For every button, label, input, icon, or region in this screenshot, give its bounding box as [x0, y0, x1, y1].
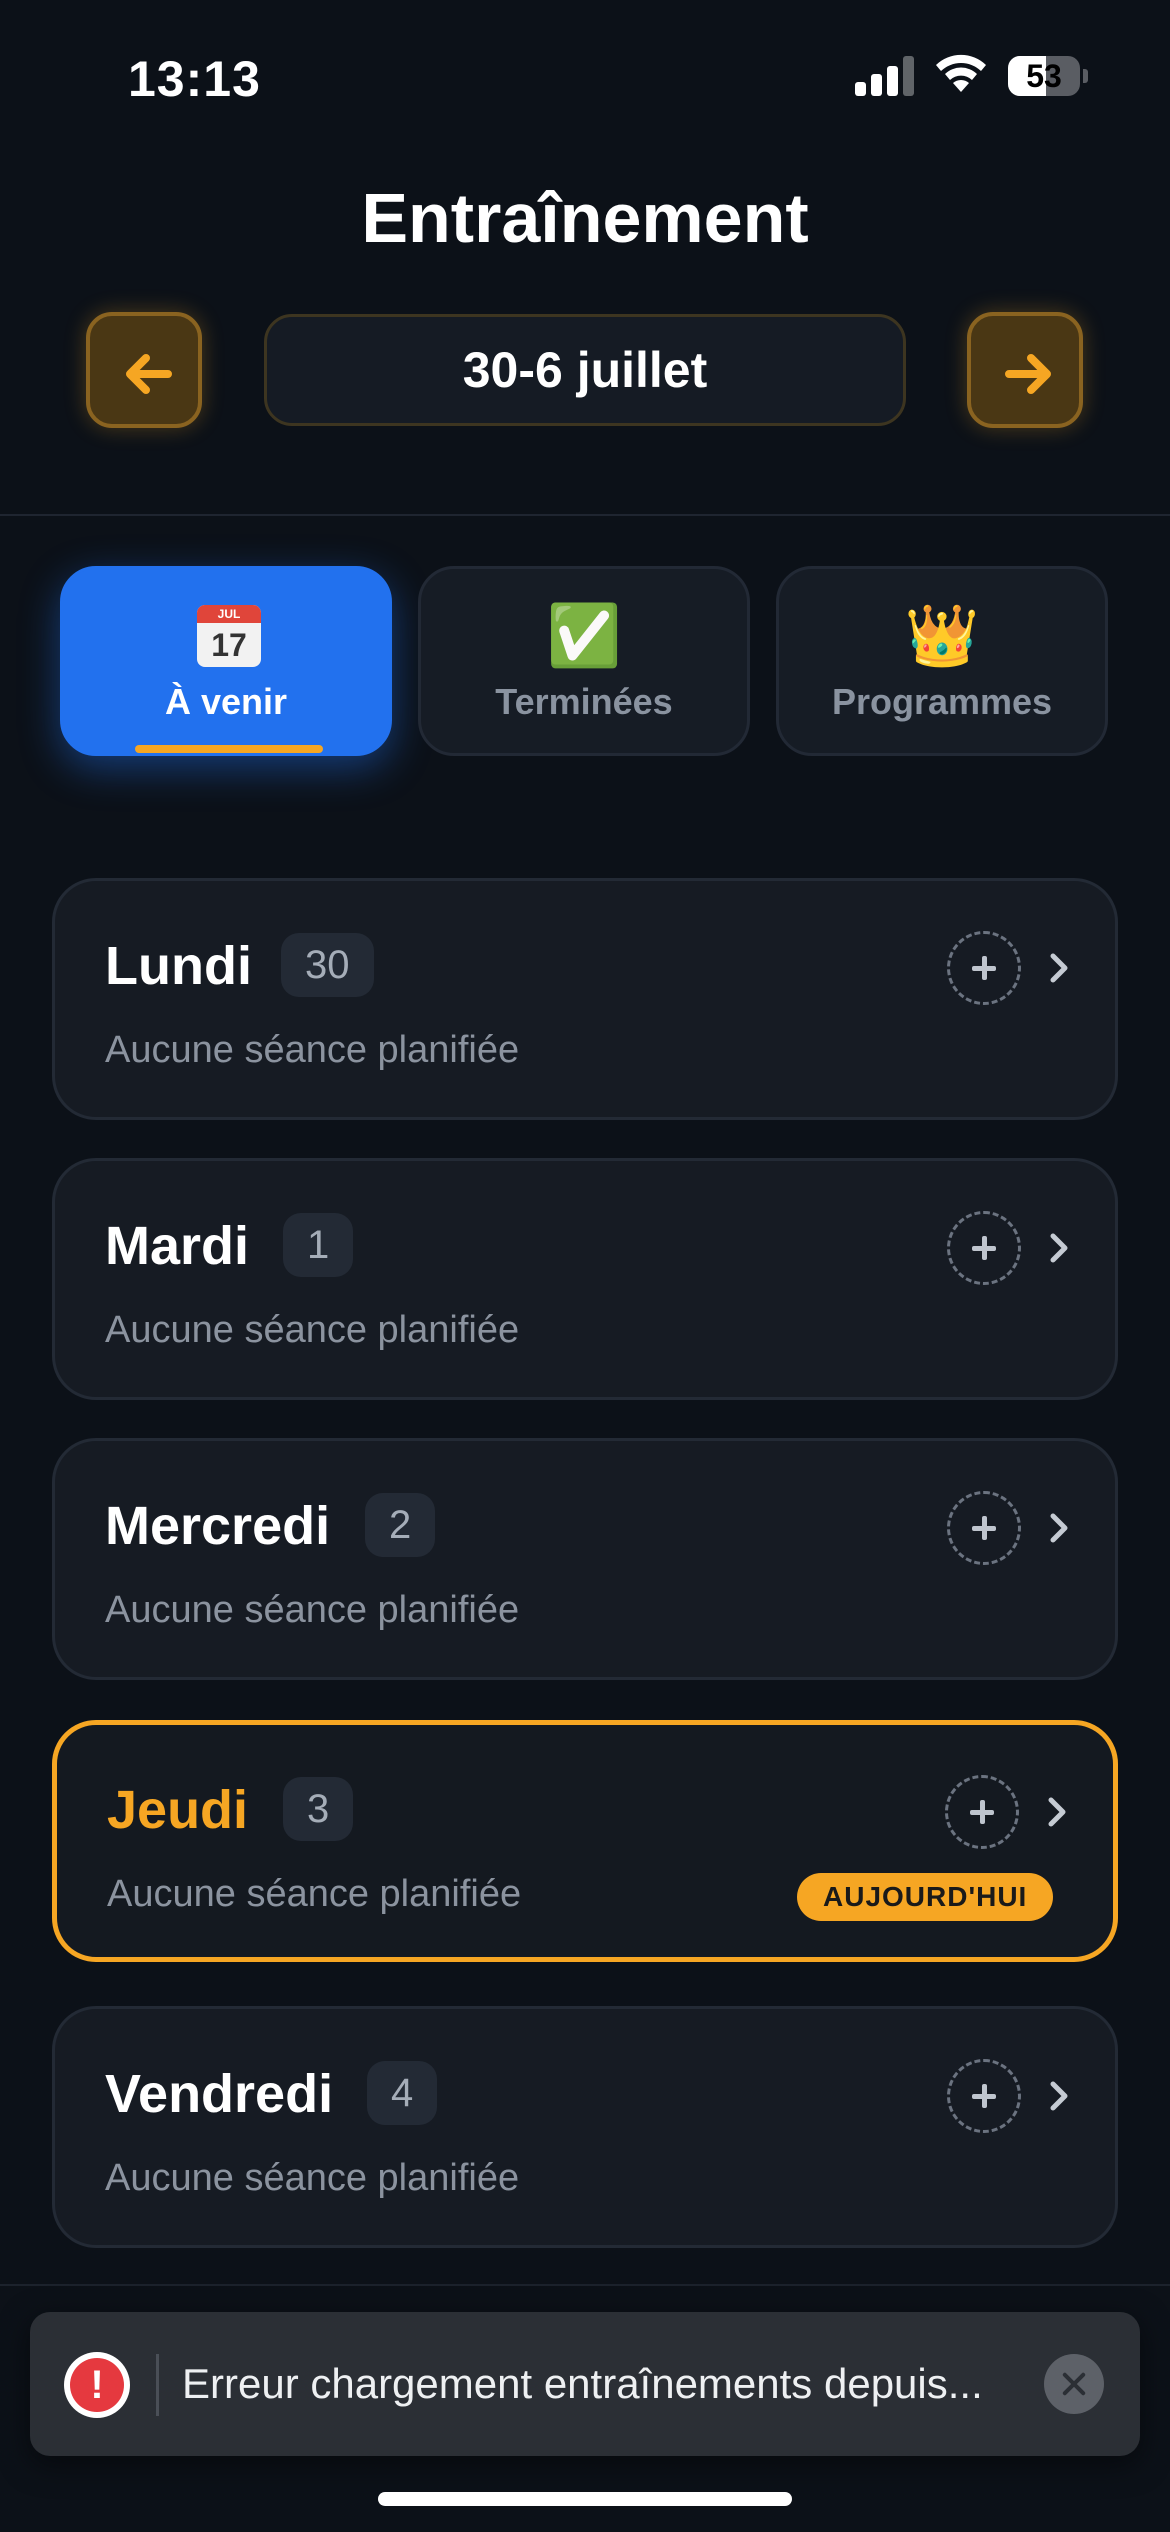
chevron-right-icon[interactable] — [1043, 1792, 1071, 1832]
chevron-right-icon[interactable] — [1045, 948, 1073, 988]
battery-percentage: 53 — [1026, 58, 1062, 94]
week-range-label[interactable]: 30-6 juillet — [264, 314, 906, 426]
day-name: Vendredi — [105, 2064, 334, 2124]
toast-separator — [156, 2354, 159, 2416]
tab-upcoming[interactable]: JUL 17 À venir — [60, 566, 392, 756]
day-name: Mercredi — [105, 1496, 331, 1556]
add-session-button[interactable] — [947, 2059, 1021, 2133]
tab-programs-label: Programmes — [831, 681, 1053, 722]
tab-upcoming-label: À venir — [164, 681, 288, 722]
header-divider — [0, 514, 1170, 516]
day-card-friday[interactable]: Vendredi 4 Aucune séance planifiée — [52, 2006, 1118, 2248]
day-card-monday[interactable]: Lundi 30 Aucune séance planifiée — [52, 878, 1118, 1120]
day-name: Mardi — [105, 1216, 250, 1276]
check-icon: ✅ — [546, 602, 622, 669]
tab-programs[interactable]: 👑 Programmes — [776, 566, 1108, 756]
add-session-button[interactable] — [947, 1211, 1021, 1285]
day-card-wednesday[interactable]: Mercredi 2 Aucune séance planifiée — [52, 1438, 1118, 1680]
status-time: 13:13 — [128, 51, 261, 107]
day-subtitle: Aucune séance planifiée — [105, 1029, 520, 1071]
error-toast[interactable]: ! Erreur chargement entraînements depuis… — [30, 2312, 1140, 2456]
day-number-badge: 4 — [367, 2061, 438, 2125]
close-icon[interactable] — [1044, 2354, 1104, 2414]
chevron-right-icon[interactable] — [1045, 1508, 1073, 1548]
active-tab-indicator — [135, 745, 323, 753]
add-session-button[interactable] — [947, 1491, 1021, 1565]
tab-bar-divider — [0, 2284, 1170, 2286]
home-indicator[interactable] — [378, 2492, 792, 2506]
battery-icon: 53 — [1008, 56, 1088, 96]
day-number-badge: 30 — [281, 933, 374, 997]
day-card-thursday-today[interactable]: Jeudi 3 Aucune séance planifiée AUJOURD'… — [52, 1720, 1118, 1962]
toast-message: Erreur chargement entraînements depuis..… — [182, 2360, 983, 2407]
day-name: Lundi — [105, 936, 252, 996]
wifi-icon — [936, 54, 986, 92]
crown-icon: 👑 — [904, 602, 980, 669]
cellular-signal-icon — [855, 56, 915, 96]
day-number-badge: 1 — [283, 1213, 354, 1277]
day-subtitle: Aucune séance planifiée — [105, 1589, 520, 1631]
today-badge: AUJOURD'HUI — [797, 1873, 1054, 1921]
day-name: Jeudi — [107, 1780, 249, 1840]
day-number-badge: 2 — [365, 1493, 436, 1557]
day-card-tuesday[interactable]: Mardi 1 Aucune séance planifiée — [52, 1158, 1118, 1400]
day-number-badge: 3 — [283, 1777, 354, 1841]
calendar-icon: JUL 17 — [197, 605, 261, 667]
arrow-left-icon — [126, 354, 172, 394]
tab-completed[interactable]: ✅ Terminées — [418, 566, 750, 756]
page-title: Entraînement — [361, 179, 809, 257]
add-session-button[interactable] — [947, 931, 1021, 1005]
arrow-right-icon — [1005, 354, 1051, 394]
add-session-button[interactable] — [945, 1775, 1019, 1849]
chevron-right-icon[interactable] — [1045, 1228, 1073, 1268]
next-week-button[interactable] — [967, 312, 1083, 428]
day-subtitle: Aucune séance planifiée — [105, 1309, 520, 1351]
error-icon: ! — [64, 2352, 130, 2418]
day-subtitle: Aucune séance planifiée — [105, 2157, 520, 2199]
day-subtitle: Aucune séance planifiée — [107, 1873, 522, 1915]
chevron-right-icon[interactable] — [1045, 2076, 1073, 2116]
status-bar: 13:13 53 — [0, 0, 1170, 150]
tab-completed-label: Terminées — [495, 681, 673, 722]
previous-week-button[interactable] — [86, 312, 202, 428]
